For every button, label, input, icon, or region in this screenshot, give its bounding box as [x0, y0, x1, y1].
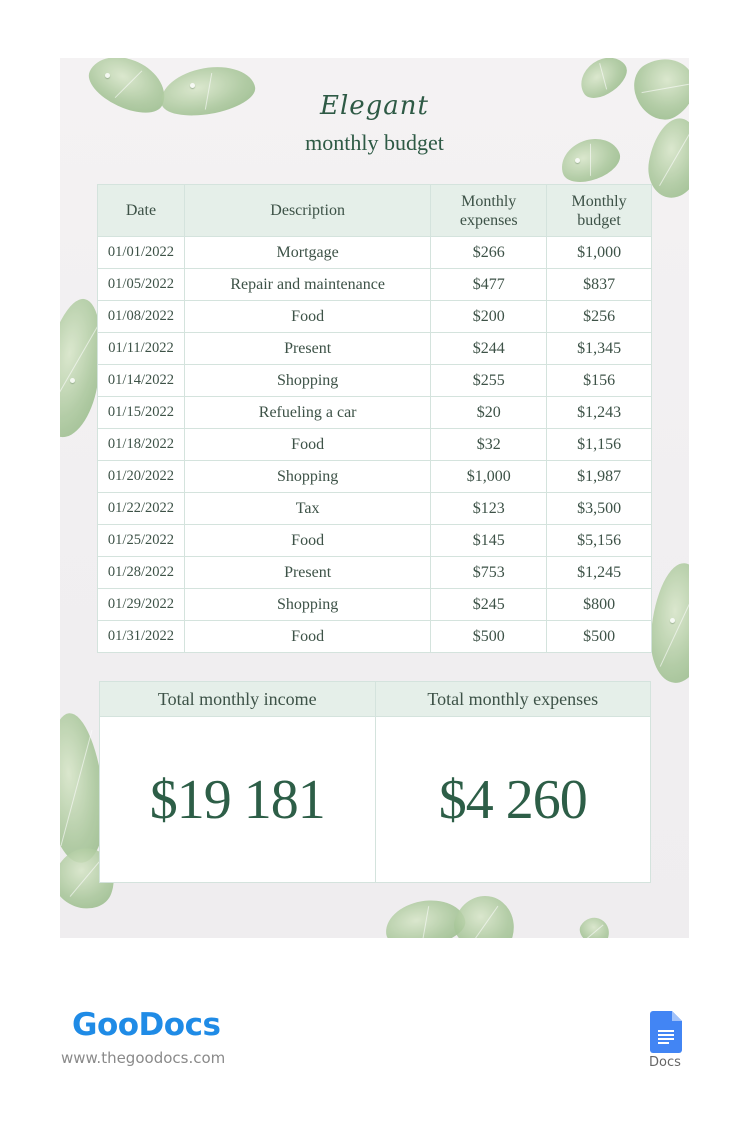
date-cell: 01/28/2022: [97, 556, 185, 589]
goodocs-logo[interactable]: GooDocs: [72, 1007, 221, 1043]
docs-label: Docs: [649, 1055, 681, 1070]
expense-cell: $753: [430, 556, 548, 589]
expense-cell: $200: [430, 300, 548, 333]
description-cell: Repair and maintenance: [183, 268, 432, 301]
date-cell: 01/01/2022: [97, 236, 185, 269]
budget-cell: $3,500: [546, 492, 652, 525]
budget-cell: $1,156: [546, 428, 652, 461]
column-header-date: Date: [97, 184, 185, 237]
table-row: 01/18/2022 Food $32 $1,156: [97, 428, 652, 461]
date-cell: 01/20/2022: [97, 460, 185, 493]
expense-cell: $20: [430, 396, 548, 429]
leaf-decoration: [646, 560, 689, 686]
table-row: 01/20/2022 Shopping $1,000 $1,987: [97, 460, 652, 493]
total-income-label: Total monthly income: [100, 682, 375, 717]
budget-cell: $156: [546, 364, 652, 397]
table-row: 01/28/2022 Present $753 $1,245: [97, 556, 652, 589]
expense-cell: $500: [430, 620, 548, 653]
table-row: 01/25/2022 Food $145 $5,156: [97, 524, 652, 557]
water-drop: [70, 378, 75, 383]
title-subtitle: monthly budget: [305, 130, 444, 155]
budget-cell: $1,243: [546, 396, 652, 429]
expense-cell: $266: [430, 236, 548, 269]
site-url[interactable]: www.thegoodocs.com: [61, 1049, 225, 1067]
table-header-row: Date Description Monthly expenses Monthly…: [97, 184, 652, 237]
total-expenses-value: $4 260: [438, 768, 588, 831]
expense-cell: $244: [430, 332, 548, 365]
table-row: 01/11/2022 Present $244 $1,345: [97, 332, 652, 365]
table-row: 01/14/2022 Shopping $255 $156: [97, 364, 652, 397]
expense-cell: $1,000: [430, 460, 548, 493]
title-script: Elegant: [319, 91, 430, 121]
column-header-description: Description: [183, 184, 432, 237]
budget-cell: $1,000: [546, 236, 652, 269]
date-cell: 01/08/2022: [97, 300, 185, 333]
budget-cell: $500: [546, 620, 652, 653]
total-income-value: $19 181: [149, 768, 326, 831]
description-cell: Tax: [183, 492, 432, 525]
table-row: 01/15/2022 Refueling a car $20 $1,243: [97, 396, 652, 429]
description-cell: Food: [183, 524, 432, 557]
date-cell: 01/22/2022: [97, 492, 185, 525]
budget-page: Elegant monthly budget Date Description …: [60, 58, 689, 938]
water-drop: [105, 73, 110, 78]
water-drop: [190, 83, 195, 88]
description-cell: Shopping: [183, 588, 432, 621]
date-cell: 01/15/2022: [97, 396, 185, 429]
budget-table: Date Description Monthly expenses Monthly…: [97, 184, 652, 653]
leaf-decoration: [575, 912, 615, 938]
water-drop: [575, 158, 580, 163]
table-row: 01/31/2022 Food $500 $500: [97, 620, 652, 653]
budget-cell: $5,156: [546, 524, 652, 557]
description-cell: Shopping: [183, 364, 432, 397]
google-docs-icon[interactable]: [650, 1011, 682, 1053]
date-cell: 01/11/2022: [97, 332, 185, 365]
description-cell: Mortgage: [183, 236, 432, 269]
column-header-monthly-expenses: Monthly expenses: [430, 184, 548, 237]
date-cell: 01/14/2022: [97, 364, 185, 397]
date-cell: 01/29/2022: [97, 588, 185, 621]
total-income-card: Total monthly income $19 181: [100, 682, 375, 882]
expense-cell: $245: [430, 588, 548, 621]
description-cell: Refueling a car: [183, 396, 432, 429]
description-cell: Food: [183, 428, 432, 461]
expense-cell: $255: [430, 364, 548, 397]
budget-cell: $1,245: [546, 556, 652, 589]
expense-cell: $145: [430, 524, 548, 557]
budget-cell: $800: [546, 588, 652, 621]
table-row: 01/05/2022 Repair and maintenance $477 $837: [97, 268, 652, 301]
expense-cell: $123: [430, 492, 548, 525]
description-cell: Food: [183, 300, 432, 333]
date-cell: 01/31/2022: [97, 620, 185, 653]
table-row: 01/08/2022 Food $200 $256: [97, 300, 652, 333]
total-expenses-label: Total monthly expenses: [375, 682, 650, 717]
budget-cell: $1,345: [546, 332, 652, 365]
budget-cell: $256: [546, 300, 652, 333]
date-cell: 01/05/2022: [97, 268, 185, 301]
total-expenses-card: Total monthly expenses $4 260: [374, 682, 650, 882]
table-row: 01/22/2022 Tax $123 $3,500: [97, 492, 652, 525]
totals-panel: Total monthly income $19 181 Total month…: [99, 681, 651, 883]
table-row: 01/29/2022 Shopping $245 $800: [97, 588, 652, 621]
description-cell: Food: [183, 620, 432, 653]
column-header-monthly-budget: Monthly budget: [546, 184, 652, 237]
budget-cell: $1,987: [546, 460, 652, 493]
table-row: 01/01/2022 Mortgage $266 $1,000: [97, 236, 652, 269]
leaf-decoration: [448, 889, 522, 938]
expense-cell: $32: [430, 428, 548, 461]
date-cell: 01/18/2022: [97, 428, 185, 461]
description-cell: Present: [183, 332, 432, 365]
date-cell: 01/25/2022: [97, 524, 185, 557]
description-cell: Present: [183, 556, 432, 589]
water-drop: [670, 618, 675, 623]
expense-cell: $477: [430, 268, 548, 301]
budget-cell: $837: [546, 268, 652, 301]
description-cell: Shopping: [183, 460, 432, 493]
